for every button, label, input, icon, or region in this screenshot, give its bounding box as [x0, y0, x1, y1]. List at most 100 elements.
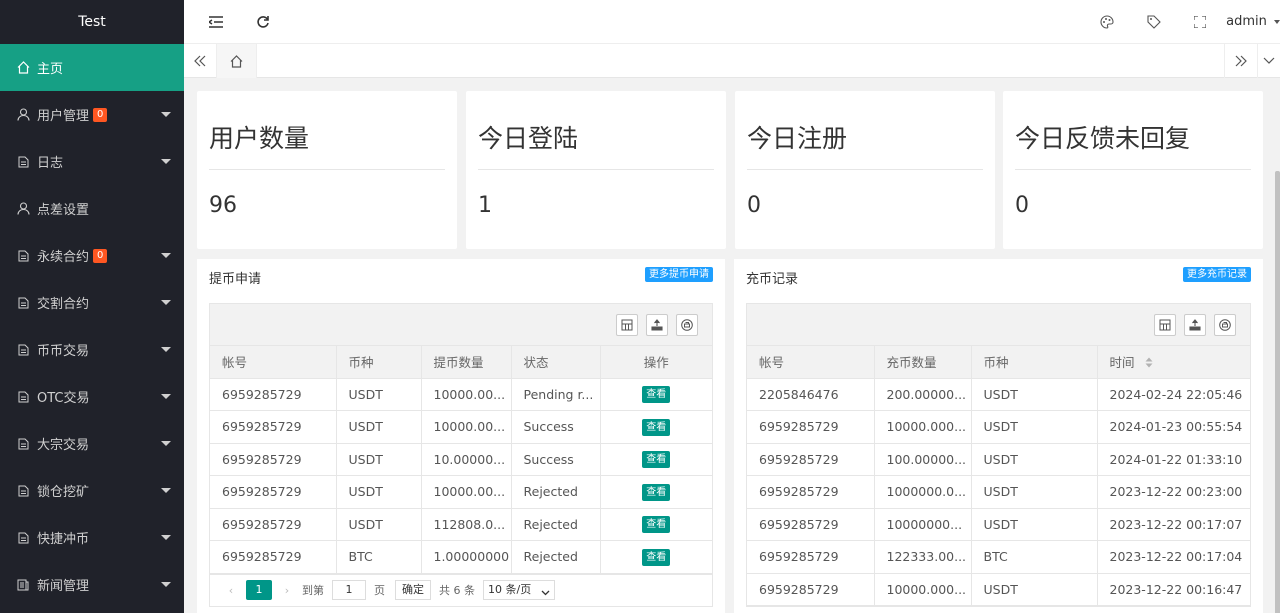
view-button[interactable]: 查看 [642, 483, 671, 501]
prev-page-icon[interactable]: ‹ [222, 584, 240, 597]
panel-title: 充币记录 [746, 272, 799, 287]
table-cell: 6959285729 [210, 378, 337, 411]
stat-value: 0 [747, 193, 761, 218]
column-header: 状态 [511, 346, 601, 379]
view-button[interactable]: 查看 [642, 548, 671, 566]
sidebar-item[interactable]: 大宗交易 [0, 420, 184, 467]
stat-title: 今日反馈未回复 [1015, 124, 1191, 153]
sort-icon[interactable] [1145, 356, 1153, 371]
user-menu[interactable]: admin [1226, 14, 1280, 29]
sidebar-item[interactable]: 新闻管理 [0, 561, 184, 608]
table-cell: 2024-02-24 22:05:46 [1097, 378, 1250, 411]
total-count: 共 6 条 [439, 584, 475, 597]
table-cell: 6959285729 [210, 443, 337, 476]
home-icon [16, 61, 30, 75]
table-cell: USDT [336, 410, 422, 444]
export-icon[interactable] [1184, 314, 1206, 336]
caret-down-icon [161, 441, 171, 446]
refresh-icon[interactable] [254, 13, 272, 31]
table-cell: 6959285729 [747, 475, 875, 509]
table-cell: 10.00000... [421, 443, 512, 476]
pagination: ‹ 1 › 到第 1 页 确定 共 6 条 10 条/页 [210, 573, 712, 606]
tabs-scroll-right-icon[interactable] [1224, 44, 1257, 78]
stat-card-registrations: 今日注册 0 [735, 91, 995, 249]
column-header: 币种 [336, 346, 422, 379]
top-header: admin [184, 0, 1280, 44]
columns-icon[interactable] [616, 314, 638, 336]
sidebar-item-label: 大宗交易 [37, 438, 90, 453]
goto-confirm-button[interactable]: 确定 [395, 580, 431, 600]
more-deposit-button[interactable]: 更多充币记录 [1183, 267, 1251, 282]
sidebar-item[interactable]: 点差设置 [0, 185, 184, 232]
more-withdraw-button[interactable]: 更多提币申请 [645, 267, 713, 282]
table-cell: 122333.00... [874, 540, 972, 574]
export-icon[interactable] [646, 314, 668, 336]
table-cell: BTC [336, 540, 422, 574]
table-cell: 2023-12-22 00:17:07 [1097, 508, 1250, 541]
tag-icon[interactable] [1145, 13, 1163, 31]
action-cell: 查看 [600, 508, 712, 541]
sidebar-item[interactable]: OTC交易 [0, 373, 184, 420]
stat-value: 96 [209, 193, 237, 218]
view-button[interactable]: 查看 [642, 516, 671, 534]
table-cell: Rejected [511, 508, 601, 541]
view-button[interactable]: 查看 [642, 418, 671, 436]
stat-card-users: 用户数量 96 [197, 91, 457, 249]
stat-card-logins: 今日登陆 1 [466, 91, 726, 249]
table-cell: Success [511, 443, 601, 476]
sidebar-item[interactable]: 快捷冲币 [0, 514, 184, 561]
stat-title: 今日登陆 [478, 124, 579, 153]
table-cell: 6959285729 [210, 508, 337, 541]
chevron-down-icon [541, 585, 550, 603]
table-cell: 2023-12-22 00:17:04 [1097, 540, 1250, 574]
table-cell: 6959285729 [210, 410, 337, 444]
sidebar-item[interactable]: 交割合约 [0, 279, 184, 326]
next-page-icon[interactable]: › [278, 584, 296, 597]
sidebar-item-label: 快捷冲币 [37, 532, 90, 547]
sidebar-item[interactable]: 锁仓挖矿 [0, 467, 184, 514]
table-row: 6959285729 BTC 1.00000000 Rejected 查看 [210, 540, 712, 574]
scrollbar[interactable] [1275, 171, 1280, 613]
goto-page-input[interactable]: 1 [332, 580, 366, 600]
theme-icon[interactable] [1098, 13, 1116, 31]
caret-down-icon [161, 582, 171, 587]
print-icon[interactable] [676, 314, 698, 336]
sidebar-item[interactable]: 永续合约 0 [0, 232, 184, 279]
table-cell: 2024-01-23 00:55:54 [1097, 410, 1250, 444]
sidebar-item-label: 主页 [37, 62, 64, 77]
caret-down-icon [161, 253, 171, 258]
page-current[interactable]: 1 [246, 580, 272, 600]
document-icon [16, 531, 30, 545]
sidebar-nav: 主页用户管理 0 日志 点差设置 永续合约 0 交割合约 币币交易 OTC交易大宗交易锁仓挖矿快… [0, 44, 184, 608]
column-header-time[interactable]: 时间 [1097, 346, 1250, 379]
view-button[interactable]: 查看 [642, 451, 671, 469]
deposit-table: 帐号 充币数量 币种 时间 2205846476 200.00000... USDT… [746, 303, 1251, 607]
view-button[interactable]: 查看 [642, 386, 671, 404]
page-label: 页 [374, 584, 385, 597]
tabs-dropdown-icon[interactable] [1257, 44, 1280, 78]
sidebar-item[interactable]: 币币交易 [0, 326, 184, 373]
page-size-select[interactable]: 10 条/页 [483, 580, 555, 600]
columns-icon[interactable] [1154, 314, 1176, 336]
tabs-scroll-left-icon[interactable] [184, 44, 217, 78]
tab-bar [184, 44, 1280, 78]
document-icon [16, 296, 30, 310]
panel-title: 提币申请 [209, 272, 262, 287]
column-header: 操作 [600, 346, 712, 379]
table-cell: Pending r... [511, 378, 601, 411]
table-cell: 1.00000000 [421, 540, 512, 574]
table-cell: USDT [336, 443, 422, 476]
app-logo[interactable]: Test [0, 0, 184, 44]
document-icon [16, 437, 30, 451]
sidebar-item[interactable]: 主页 [0, 44, 184, 91]
fullscreen-icon[interactable] [1191, 13, 1209, 31]
news-icon [16, 578, 30, 592]
table-cell: 2023-12-22 00:16:47 [1097, 573, 1250, 606]
stat-value: 1 [478, 193, 492, 218]
tab-home[interactable] [217, 44, 257, 78]
sidebar-item[interactable]: 用户管理 0 [0, 91, 184, 138]
print-icon[interactable] [1214, 314, 1236, 336]
menu-collapse-icon[interactable] [207, 13, 225, 31]
home-icon [230, 54, 243, 68]
sidebar-item[interactable]: 日志 [0, 138, 184, 185]
